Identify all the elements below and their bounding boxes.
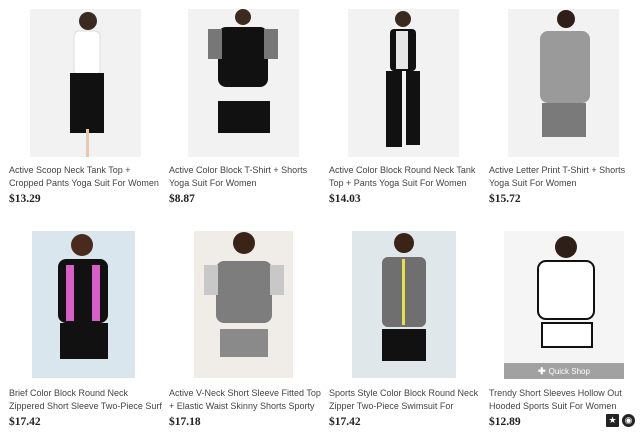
product-title[interactable]: Trendy Short Sleeves Hollow Out Hooded S… (489, 387, 640, 413)
product-grid: Active Scoop Neck Tank Top + Cropped Pan… (0, 0, 640, 433)
product-title[interactable]: Active V-Neck Short Sleeve Fitted Top + … (169, 387, 324, 413)
plus-icon: ✚ (538, 365, 546, 376)
star-icon[interactable]: ★ (606, 414, 619, 427)
product-price: $13.29 (9, 193, 41, 205)
product-title[interactable]: Active Color Block Round Neck Tank Top +… (329, 164, 484, 190)
product-image[interactable] (188, 9, 299, 157)
product-image[interactable] (30, 9, 141, 157)
product-price: $17.42 (9, 416, 41, 428)
quick-shop-button[interactable]: ✚ Quick Shop (504, 363, 624, 379)
product-title[interactable]: Sports Style Color Block Round Neck Zipp… (329, 387, 484, 413)
quick-shop-label: Quick Shop (548, 366, 590, 376)
product-price: $15.72 (489, 193, 521, 205)
corner-actions: ★ ◉ (606, 414, 635, 427)
product-image[interactable] (508, 9, 619, 157)
product-title[interactable]: Active Color Block T-Shirt + Shorts Yoga… (169, 164, 324, 190)
product-price: $17.42 (329, 416, 361, 428)
product-title[interactable]: Active Scoop Neck Tank Top + Cropped Pan… (9, 164, 164, 190)
product-price: $12.89 (489, 416, 521, 428)
product-price: $14.03 (329, 193, 361, 205)
product-image[interactable] (352, 231, 456, 378)
product-price: $17.18 (169, 416, 201, 428)
product-image[interactable]: ✚ Quick Shop (504, 231, 624, 379)
product-title[interactable]: Active Letter Print T-Shirt + Shorts Yog… (489, 164, 640, 190)
product-title[interactable]: Brief Color Block Round Neck Zippered Sh… (9, 387, 164, 413)
product-price: $8.87 (169, 193, 195, 205)
product-image[interactable] (348, 9, 459, 157)
circle-icon[interactable]: ◉ (622, 414, 635, 427)
product-image[interactable] (194, 231, 293, 378)
product-image[interactable] (32, 231, 135, 378)
